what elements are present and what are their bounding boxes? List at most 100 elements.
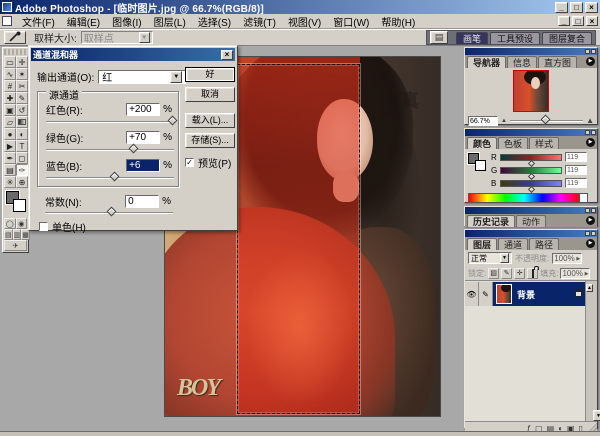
blue-channel-thumb[interactable] (528, 185, 535, 192)
menu-select[interactable]: 选择(S) (192, 13, 237, 30)
notes-tool-icon[interactable]: ▤ (4, 164, 16, 176)
file-browser-icon[interactable]: ▤ (430, 31, 448, 44)
well-tab-tool-presets[interactable]: 工具预设 (490, 32, 540, 44)
layer-row-background[interactable]: 👁 ✎ 背景 (465, 282, 586, 306)
lock-transparency-icon[interactable]: ▨ (488, 268, 499, 279)
document-icon[interactable] (2, 16, 12, 26)
maximize-icon[interactable]: □ (570, 2, 583, 13)
palette-menu-icon[interactable]: ▶ (586, 57, 595, 66)
blue-value-input[interactable]: +6 (126, 159, 160, 172)
dialog-titlebar[interactable]: 通道混和器 × (31, 48, 235, 61)
red-channel-value[interactable]: 119 (565, 152, 587, 162)
move-tool-icon[interactable]: ✛ (16, 56, 28, 68)
red-slider-track[interactable] (46, 121, 174, 123)
green-slider-track[interactable] (46, 149, 174, 151)
tab-layers[interactable]: 图层 (467, 238, 497, 250)
lasso-tool-icon[interactable]: ∿ (4, 68, 16, 80)
layers-titlebar[interactable] (465, 230, 597, 237)
blue-channel-value[interactable]: 119 (565, 178, 587, 188)
tab-channels[interactable]: 通道 (498, 238, 528, 250)
sample-size-select[interactable]: 取样点 ▼ (81, 31, 153, 44)
toolbox-grip[interactable] (4, 49, 27, 55)
spectrum-white-chip[interactable] (579, 194, 587, 202)
fill-input[interactable]: 100% ▶ (560, 268, 590, 279)
layer-name[interactable]: 背景 (517, 288, 535, 301)
menu-filter[interactable]: 滤镜(T) (237, 13, 282, 30)
opacity-input[interactable]: 100% ▶ (552, 253, 582, 264)
menu-file[interactable]: 文件(F) (16, 13, 61, 30)
navigator-titlebar[interactable] (465, 48, 597, 55)
cancel-button[interactable]: 取消 (185, 87, 235, 102)
palette-menu-icon[interactable]: ▶ (586, 216, 595, 225)
menu-edit[interactable]: 编辑(E) (61, 13, 106, 30)
menu-help[interactable]: 帮助(H) (375, 13, 421, 30)
green-slider-thumb[interactable] (129, 144, 139, 154)
doc-restore-icon[interactable]: □ (572, 16, 584, 26)
jump-to-imageready-button[interactable]: ✈ (4, 240, 27, 251)
rectangular-marquee-tool-icon[interactable]: ▭ (4, 56, 16, 68)
menu-window[interactable]: 窗口(W) (327, 13, 375, 30)
tab-navigator[interactable]: 导航器 (467, 56, 506, 68)
load-button[interactable]: 载入(L)... (185, 113, 235, 128)
preview-checkbox[interactable]: ✓ 预览(P) (185, 155, 231, 170)
eraser-tool-icon[interactable]: ▱ (4, 116, 16, 128)
slice-tool-icon[interactable]: ✂ (16, 80, 28, 92)
ok-button[interactable]: 好 (185, 67, 235, 82)
green-value-input[interactable]: +70 (126, 131, 160, 144)
palette-minimize-icon[interactable] (585, 49, 590, 54)
quick-mask-mode-button[interactable]: ◉ (16, 218, 28, 229)
doc-close-icon[interactable]: × (586, 16, 598, 26)
chevron-down-icon[interactable]: ▼ (170, 71, 182, 83)
history-titlebar[interactable] (465, 207, 597, 214)
tab-histogram[interactable]: 直方图 (538, 56, 577, 68)
well-tab-layer-comps[interactable]: 图层复合 (542, 32, 592, 44)
scroll-up-icon[interactable]: ▲ (586, 284, 593, 292)
eyedropper-tool-preset-icon[interactable] (4, 31, 26, 44)
palette-minimize-icon[interactable] (585, 208, 590, 213)
output-channel-select[interactable]: 红 ▼ (98, 70, 186, 84)
minimize-icon[interactable]: _ (555, 2, 568, 13)
blur-tool-icon[interactable]: ● (4, 128, 16, 140)
tab-color[interactable]: 颜色 (467, 137, 497, 149)
shape-tool-icon[interactable]: ◻ (16, 152, 28, 164)
constant-value-input[interactable]: 0 (125, 195, 159, 208)
tab-history[interactable]: 历史记录 (467, 215, 515, 227)
hand-tool-icon[interactable]: ✳ (4, 176, 16, 188)
chevron-icon[interactable]: ▶ (576, 254, 580, 263)
clone-stamp-tool-icon[interactable]: ▣ (4, 104, 16, 116)
green-channel-value[interactable]: 119 (565, 165, 587, 175)
crop-tool-icon[interactable]: # (4, 80, 16, 92)
background-color-swatch[interactable] (13, 199, 26, 212)
tab-styles[interactable]: 样式 (529, 137, 559, 149)
tab-swatches[interactable]: 色板 (498, 137, 528, 149)
color-fg-bg-swatches[interactable] (468, 153, 488, 173)
palette-menu-icon[interactable]: ▶ (586, 239, 595, 248)
green-channel-slider[interactable] (500, 167, 562, 174)
magic-wand-tool-icon[interactable]: ✶ (16, 68, 28, 80)
spectrum-gradient[interactable] (469, 194, 579, 202)
tab-info[interactable]: 信息 (507, 56, 537, 68)
menu-image[interactable]: 图像(I) (106, 13, 147, 30)
background-color-swatch[interactable] (475, 160, 486, 171)
dodge-tool-icon[interactable]: ◐ (16, 128, 28, 140)
monochrome-checkbox[interactable]: 单色(H) (39, 219, 86, 234)
chevron-icon[interactable]: ▶ (585, 269, 589, 278)
eyedropper-tool-icon[interactable]: ✑ (16, 164, 28, 176)
close-icon[interactable]: × (585, 2, 598, 13)
tab-actions[interactable]: 动作 (516, 215, 546, 227)
visibility-toggle[interactable]: 👁 (465, 282, 479, 306)
constant-slider-track[interactable] (45, 212, 173, 214)
chevron-down-icon[interactable]: ▼ (139, 32, 150, 43)
well-tab-brushes[interactable]: 画笔 (456, 32, 488, 44)
layer-thumbnail[interactable] (496, 284, 512, 304)
healing-brush-tool-icon[interactable]: ✚ (4, 92, 16, 104)
palette-close-icon[interactable] (591, 231, 596, 236)
doc-minimize-icon[interactable]: _ (558, 16, 570, 26)
palette-close-icon[interactable] (591, 208, 596, 213)
color-titlebar[interactable] (465, 129, 597, 136)
zoom-in-icon[interactable]: ▲ (586, 116, 594, 125)
dialog-close-icon[interactable]: × (221, 50, 233, 60)
brush-tool-icon[interactable]: ✎ (16, 92, 28, 104)
blend-mode-select[interactable]: 正常 ▼ (468, 252, 512, 264)
red-channel-slider[interactable] (500, 154, 562, 161)
